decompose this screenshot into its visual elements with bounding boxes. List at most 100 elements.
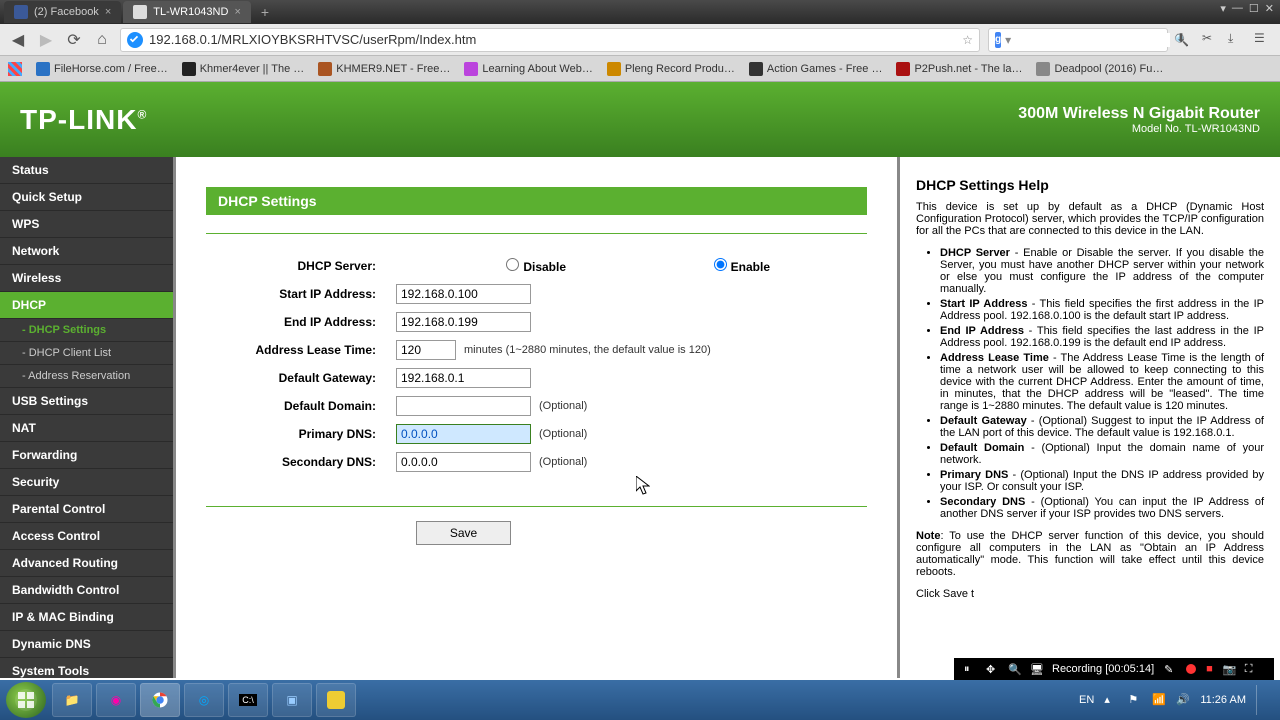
sidebar-sub-address-reservation[interactable]: - Address Reservation bbox=[0, 365, 173, 388]
task-app-2[interactable]: ◎ bbox=[184, 683, 224, 717]
task-app-4[interactable] bbox=[316, 683, 356, 717]
maximize-icon[interactable]: ☐ bbox=[1249, 2, 1259, 15]
pencil-icon[interactable]: ✎ bbox=[1164, 663, 1176, 675]
minimize-icon[interactable]: — bbox=[1232, 2, 1243, 15]
start-button[interactable] bbox=[6, 682, 46, 718]
help-list: DHCP Server - Enable or Disable the serv… bbox=[940, 247, 1264, 520]
show-desktop[interactable] bbox=[1256, 685, 1264, 715]
recording-overlay[interactable]: ⏸ ✥ 🔍 🖥 Recording [00:05:14] ✎ ■ 📷 ⛶ bbox=[954, 658, 1274, 680]
bookmarks-bar: FileHorse.com / Free… Khmer4ever || The … bbox=[0, 56, 1280, 82]
save-button[interactable]: Save bbox=[416, 521, 511, 545]
zoom-icon[interactable]: 🔍 bbox=[1008, 663, 1020, 675]
sidebar-item-usb-settings[interactable]: USB Settings bbox=[0, 388, 173, 415]
bookmark-star-icon[interactable]: ☆ bbox=[962, 33, 973, 47]
crosshair-icon[interactable]: ✥ bbox=[986, 663, 998, 675]
bookmark-actiongames[interactable]: Action Games - Free … bbox=[749, 62, 883, 76]
tray-volume-icon[interactable]: 🔊 bbox=[1176, 693, 1190, 707]
input-secondary-dns[interactable] bbox=[396, 452, 531, 472]
task-app-1[interactable]: ◉ bbox=[96, 683, 136, 717]
sidebar-item-forwarding[interactable]: Forwarding bbox=[0, 442, 173, 469]
recording-label: Recording [00:05:14] bbox=[1052, 663, 1154, 675]
sidebar-item-dynamic-dns[interactable]: Dynamic DNS bbox=[0, 631, 173, 658]
bookmark-khmer9[interactable]: KHMER9.NET - Free… bbox=[318, 62, 450, 76]
tray-lang[interactable]: EN bbox=[1079, 694, 1094, 706]
close-icon[interactable]: × bbox=[105, 6, 111, 18]
monitor-icon[interactable]: 🖥 bbox=[1030, 663, 1042, 675]
sidebar-item-ip-mac-binding[interactable]: IP & MAC Binding bbox=[0, 604, 173, 631]
close-icon[interactable]: × bbox=[234, 6, 240, 18]
site-identity-icon[interactable] bbox=[127, 32, 143, 48]
task-chrome[interactable] bbox=[140, 683, 180, 717]
radio-disable[interactable]: Disable bbox=[396, 258, 586, 274]
input-primary-dns[interactable] bbox=[396, 424, 531, 444]
pause-icon[interactable]: ⏸ bbox=[964, 663, 976, 675]
save-icon[interactable]: ⤓ bbox=[1228, 31, 1246, 49]
sidebar-item-quick-setup[interactable]: Quick Setup bbox=[0, 184, 173, 211]
bookmark-pleng[interactable]: Pleng Record Produ… bbox=[607, 62, 735, 76]
sidebar-item-parental-control[interactable]: Parental Control bbox=[0, 496, 173, 523]
forward-button[interactable]: ▶ bbox=[36, 30, 56, 50]
input-end-ip[interactable] bbox=[396, 312, 531, 332]
browser-toolbar: ◀ ▶ ⟳ ⌂ ☆ g ▾ 🔍 ⬇ ✂ ⤓ ☰ bbox=[0, 24, 1280, 56]
input-lease[interactable] bbox=[396, 340, 456, 360]
google-icon: g bbox=[995, 32, 1001, 48]
sidebar-sub-dhcp-client-list[interactable]: - DHCP Client List bbox=[0, 342, 173, 365]
sidebar-item-bandwidth-control[interactable]: Bandwidth Control bbox=[0, 577, 173, 604]
tray-flag-icon[interactable]: ⚑ bbox=[1128, 693, 1142, 707]
label-lease: Address Lease Time: bbox=[206, 343, 396, 357]
record-icon[interactable] bbox=[1186, 664, 1196, 674]
sidebar-item-nat[interactable]: NAT bbox=[0, 415, 173, 442]
sidebar-item-system-tools[interactable]: System Tools bbox=[0, 658, 173, 678]
menu-icon[interactable]: ☰ bbox=[1254, 31, 1272, 49]
sidebar-item-security[interactable]: Security bbox=[0, 469, 173, 496]
tray-chevron-icon[interactable]: ▴ bbox=[1104, 693, 1118, 707]
address-bar[interactable]: ☆ bbox=[120, 28, 980, 52]
dropdown-icon[interactable]: ▾ bbox=[1220, 2, 1226, 15]
tray-network-icon[interactable]: 📶 bbox=[1152, 693, 1166, 707]
sidebar-item-advanced-routing[interactable]: Advanced Routing bbox=[0, 550, 173, 577]
new-tab-button[interactable]: + bbox=[253, 4, 277, 20]
bookmark-khmer4ever[interactable]: Khmer4ever || The … bbox=[182, 62, 305, 76]
sidebar-item-access-control[interactable]: Access Control bbox=[0, 523, 173, 550]
url-input[interactable] bbox=[149, 32, 956, 47]
product-info: 300M Wireless N Gigabit Router Model No.… bbox=[1018, 105, 1260, 135]
page-icon bbox=[133, 5, 147, 19]
apps-icon[interactable] bbox=[8, 62, 22, 76]
input-domain[interactable] bbox=[396, 396, 531, 416]
bookmark-filehorse[interactable]: FileHorse.com / Free… bbox=[36, 62, 168, 76]
camera-icon[interactable]: 📷 bbox=[1223, 663, 1235, 675]
radio-enable[interactable]: Enable bbox=[600, 258, 790, 274]
search-box[interactable]: g ▾ 🔍 bbox=[988, 28, 1168, 52]
back-button[interactable]: ◀ bbox=[8, 30, 28, 50]
sidebar-item-status[interactable]: Status bbox=[0, 157, 173, 184]
browser-tab-facebook[interactable]: (2) Facebook × bbox=[4, 1, 121, 23]
sidebar-item-wps[interactable]: WPS bbox=[0, 211, 173, 238]
stop-icon[interactable]: ■ bbox=[1206, 663, 1213, 675]
sidebar-item-wireless[interactable]: Wireless bbox=[0, 265, 173, 292]
help-note: Note: To use the DHCP server function of… bbox=[916, 530, 1264, 578]
bookmark-p2push[interactable]: P2Push.net - The la… bbox=[896, 62, 1022, 76]
task-explorer[interactable]: 📁 bbox=[52, 683, 92, 717]
help-item: Default Gateway - (Optional) Suggest to … bbox=[940, 415, 1264, 439]
radio-disable-input[interactable] bbox=[506, 258, 519, 271]
home-button[interactable]: ⌂ bbox=[92, 30, 112, 50]
sidebar-item-network[interactable]: Network bbox=[0, 238, 173, 265]
close-window-icon[interactable]: ✕ bbox=[1265, 2, 1274, 15]
input-gateway[interactable] bbox=[396, 368, 531, 388]
radio-enable-input[interactable] bbox=[714, 258, 727, 271]
bookmark-learning[interactable]: Learning About Web… bbox=[464, 62, 592, 76]
browser-tab-router[interactable]: TL-WR1043ND × bbox=[123, 1, 251, 23]
search-input[interactable] bbox=[1015, 33, 1170, 47]
task-cmd[interactable]: C:\ bbox=[228, 683, 268, 717]
task-app-3[interactable]: ▣ bbox=[272, 683, 312, 717]
help-intro: This device is set up by default as a DH… bbox=[916, 201, 1264, 237]
tray-clock[interactable]: 11:26 AM bbox=[1200, 694, 1246, 706]
input-start-ip[interactable] bbox=[396, 284, 531, 304]
reload-button[interactable]: ⟳ bbox=[64, 30, 84, 50]
expand-icon[interactable]: ⛶ bbox=[1245, 663, 1257, 675]
sidebar-sub-dhcp-settings[interactable]: - DHCP Settings bbox=[0, 319, 173, 342]
bookmark-deadpool[interactable]: Deadpool (2016) Fu… bbox=[1036, 62, 1163, 76]
cut-icon[interactable]: ✂ bbox=[1202, 31, 1220, 49]
downloads-icon[interactable]: ⬇ bbox=[1176, 31, 1194, 49]
sidebar-item-dhcp[interactable]: DHCP bbox=[0, 292, 173, 319]
